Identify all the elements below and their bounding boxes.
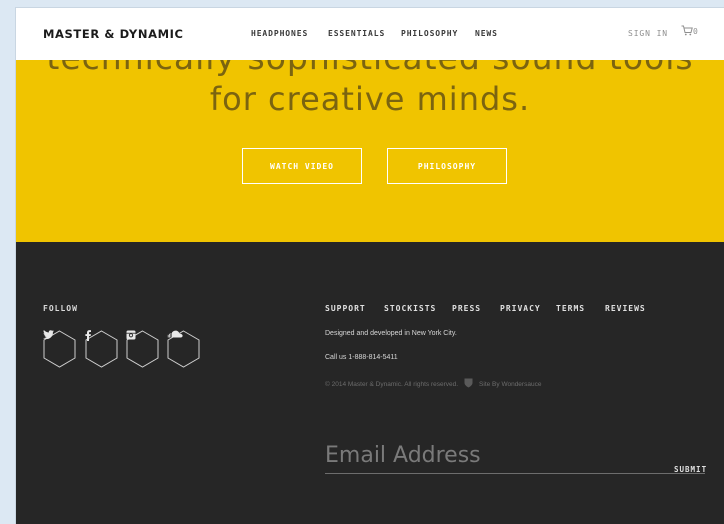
copyright-text: © 2014 Master & Dynamic. All rights rese… bbox=[325, 380, 459, 388]
nav-philosophy[interactable]: PHILOSOPHY bbox=[401, 29, 458, 38]
hero-banner: technically sophisticated sound tools fo… bbox=[16, 38, 724, 242]
wondersauce-shield-icon bbox=[464, 378, 473, 390]
brand-logo[interactable]: MASTER & DYNAMIC bbox=[43, 27, 184, 41]
facebook-button[interactable] bbox=[85, 330, 118, 368]
watch-video-button[interactable]: WATCH VIDEO bbox=[242, 148, 362, 184]
nav-essentials[interactable]: ESSENTIALS bbox=[328, 29, 385, 38]
instagram-button[interactable] bbox=[126, 330, 159, 368]
twitter-icon bbox=[43, 330, 76, 368]
twitter-button[interactable] bbox=[43, 330, 76, 368]
browser-viewport: MASTER & DYNAMIC HEADPHONES ESSENTIALS P… bbox=[16, 8, 724, 524]
top-navigation: MASTER & DYNAMIC HEADPHONES ESSENTIALS P… bbox=[16, 8, 724, 60]
facebook-icon bbox=[85, 330, 118, 368]
cart-count: 0 bbox=[693, 27, 698, 36]
instagram-icon bbox=[126, 330, 159, 368]
hero-headline-line-2: for creative minds. bbox=[209, 80, 531, 118]
soundcloud-icon bbox=[167, 330, 200, 368]
email-input[interactable] bbox=[325, 438, 705, 474]
nav-news[interactable]: NEWS bbox=[475, 29, 498, 38]
phone-number[interactable]: Call us 1-888-814-5411 bbox=[325, 354, 398, 361]
footer-link-stockists[interactable]: STOCKISTS bbox=[384, 304, 436, 313]
soundcloud-button[interactable] bbox=[167, 330, 200, 368]
cart-button[interactable]: 0 bbox=[681, 25, 698, 38]
copyright-line: © 2014 Master & Dynamic. All rights rese… bbox=[325, 378, 541, 390]
cart-icon bbox=[681, 25, 693, 38]
footer-link-privacy[interactable]: PRIVACY bbox=[500, 304, 541, 313]
footer-link-support[interactable]: SUPPORT bbox=[325, 304, 366, 313]
footer-link-reviews[interactable]: REVIEWS bbox=[605, 304, 646, 313]
submit-button[interactable]: SUBMIT bbox=[674, 465, 707, 474]
footer-link-terms[interactable]: TERMS bbox=[556, 304, 585, 313]
follow-label: FOLLOW bbox=[43, 304, 78, 313]
footer-link-press[interactable]: PRESS bbox=[452, 304, 481, 313]
site-by-credit[interactable]: Site By Wondersauce bbox=[479, 381, 541, 388]
nav-headphones[interactable]: HEADPHONES bbox=[251, 29, 308, 38]
sign-in-link[interactable]: SIGN IN bbox=[628, 29, 668, 38]
site-footer: FOLLOW SUPPORT STOCKISTS PRESS PRIVACY T… bbox=[16, 242, 724, 524]
designed-note: Designed and developed in New York City. bbox=[325, 330, 457, 337]
philosophy-button[interactable]: PHILOSOPHY bbox=[387, 148, 507, 184]
